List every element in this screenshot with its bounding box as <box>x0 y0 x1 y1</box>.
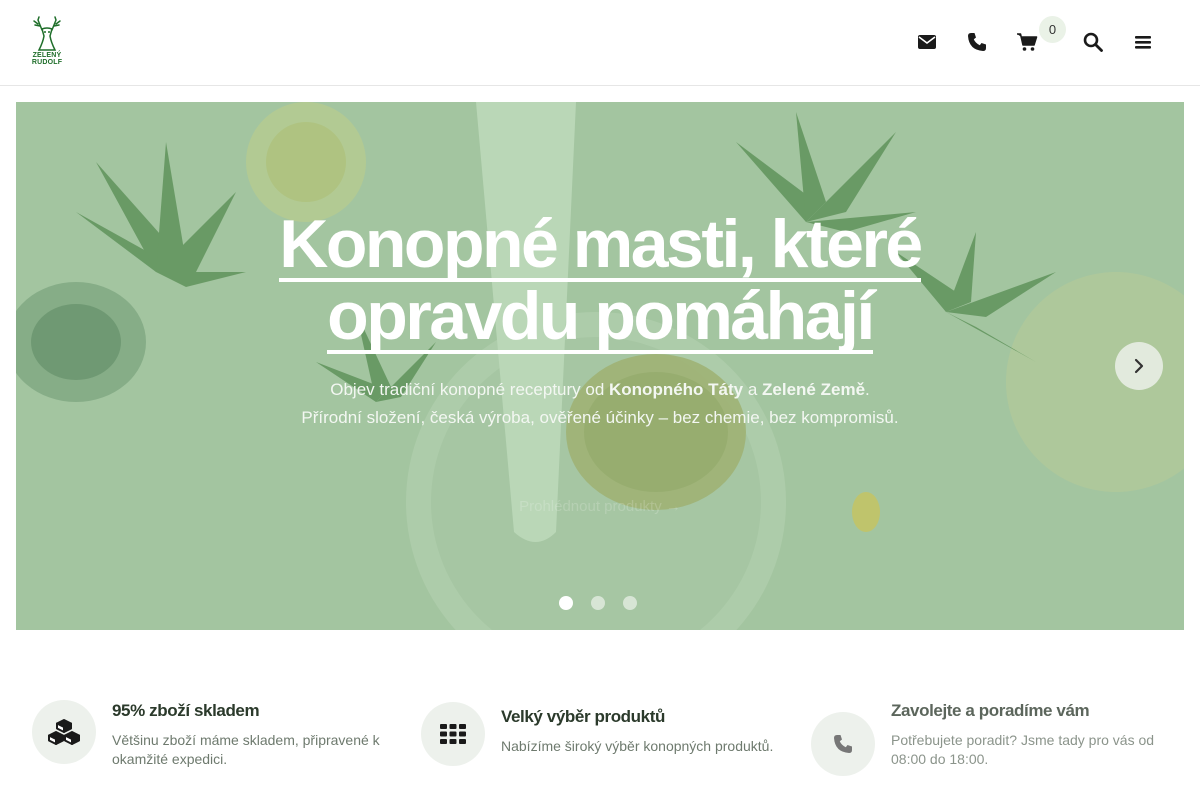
feature-title: Zavolejte a poradíme vám <box>891 701 1090 720</box>
cart-icon[interactable] <box>1015 30 1039 54</box>
hero-subtitle-brand2: Zelené Země <box>762 380 866 399</box>
feature-desc: Nabízíme široký výběr konopných produktů… <box>501 738 774 754</box>
slider-dot-2[interactable] <box>591 596 605 610</box>
hero-subtitle-part2: a <box>743 380 763 399</box>
hero-subtitle-line2: Přírodní složení, česká výroba, ověřené … <box>301 408 899 427</box>
hero-subtitle: Objev tradiční konopné receptury od Kono… <box>16 376 1184 432</box>
logo[interactable]: ZELENÝ RUDOLF <box>30 16 64 70</box>
hero-slider: Konopné masti, které opravdu pomáhají Ob… <box>16 102 1184 630</box>
feature-desc: Potřebujete poradit? Jsme tady pro vás o… <box>891 732 1155 767</box>
hero-subtitle-part3: . <box>865 380 870 399</box>
cart-count-badge[interactable]: 0 <box>1039 16 1066 43</box>
feature-title: 95% zboží skladem <box>112 701 260 720</box>
deer-logo-icon <box>33 16 61 51</box>
phone-icon[interactable] <box>965 30 989 54</box>
search-icon[interactable] <box>1081 30 1105 54</box>
feature-desc: Většinu zboží máme skladem, připravené k… <box>112 732 380 767</box>
menu-icon[interactable] <box>1131 30 1155 54</box>
hero-title: Konopné masti, které opravdu pomáhají <box>16 210 1184 354</box>
chevron-right-icon <box>1134 358 1144 374</box>
hero-title-line2: opravdu pomáhají <box>327 278 875 354</box>
hero-cta-button[interactable]: Prohlédnout produkty → <box>500 498 700 518</box>
feature-title: Velký výběr produktů <box>501 707 665 726</box>
phone-icon <box>811 712 875 776</box>
hero-subtitle-brand1: Konopného Táty <box>609 380 744 399</box>
slider-next-button[interactable] <box>1115 342 1163 390</box>
slider-dot-3[interactable] <box>623 596 637 610</box>
grid-icon <box>421 702 485 766</box>
hero-subtitle-part1: Objev tradiční konopné receptury od <box>330 380 610 399</box>
slider-pagination <box>559 596 637 610</box>
logo-text-line1: ZELENÝ <box>32 52 62 59</box>
site-header: ZELENÝ RUDOLF 0 <box>0 0 1200 86</box>
slider-dot-1[interactable] <box>559 596 573 610</box>
hero-title-line1: Konopné masti, které <box>279 206 923 282</box>
cubes-icon <box>32 700 96 764</box>
envelope-icon[interactable] <box>915 30 939 54</box>
hero-background-image <box>16 102 1184 630</box>
logo-text-line2: RUDOLF <box>31 59 63 66</box>
